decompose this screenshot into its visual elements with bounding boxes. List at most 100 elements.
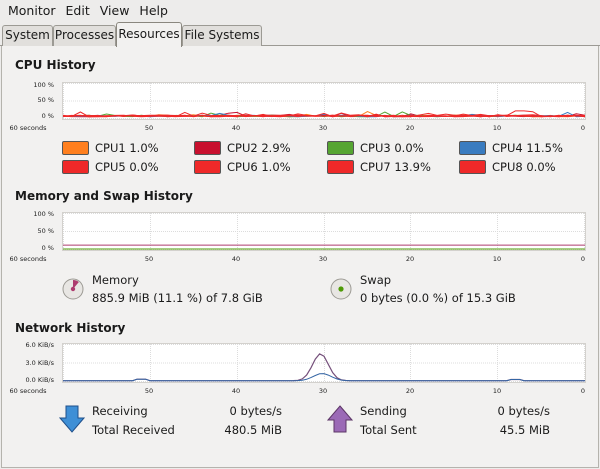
memory-value: 885.9 MiB (11.1 %) of 7.8 GiB [92, 291, 263, 305]
sending-label: Sending [360, 404, 407, 418]
memory-history-title: Memory and Swap History [15, 189, 193, 203]
tab-processes[interactable]: Processes [53, 25, 116, 46]
net-y-tick-0: 0.0 KiB/s [25, 376, 54, 384]
cpu2-color-swatch[interactable] [194, 141, 221, 155]
mem-x-tick-10: 10 [492, 255, 502, 263]
mem-x-tick-40: 40 [231, 255, 241, 263]
mem-x-tick-60: 60 seconds [9, 255, 47, 263]
legend-cpu5[interactable]: CPU5 0.0% [62, 160, 159, 174]
cpu1-value: 1.0% [129, 141, 159, 155]
tab-file-systems[interactable]: File Systems [182, 25, 262, 46]
receiving-arrow-icon[interactable] [59, 405, 85, 433]
net-y-tick-6: 6.0 KiB/s [25, 341, 54, 349]
net-y-tick-3: 3.0 KiB/s [25, 359, 54, 367]
cpu5-label: CPU5 [95, 160, 126, 174]
net-x-tick-50: 50 [144, 387, 154, 395]
resources-panel: CPU History 100 % 50 % 0 % 60 seconds 50… [1, 46, 599, 468]
memory-graph [62, 212, 586, 251]
net-x-tick-20: 20 [405, 387, 415, 395]
mem-y-tick-100: 100 % [33, 210, 54, 218]
mem-x-tick-20: 20 [405, 255, 415, 263]
total-received-label: Total Received [92, 423, 175, 437]
mem-x-tick-0: 0 [580, 255, 586, 263]
menubar: Monitor Edit View Help [0, 0, 600, 22]
cpu-x-tick-40: 40 [231, 124, 241, 132]
legend-cpu8[interactable]: CPU8 0.0% [459, 160, 556, 174]
cpu-graph [62, 82, 586, 120]
cpu-y-tick-100: 100 % [33, 81, 54, 89]
cpu8-color-swatch[interactable] [459, 160, 486, 174]
cpu7-color-swatch[interactable] [327, 160, 354, 174]
memory-label: Memory [92, 273, 139, 287]
cpu3-color-swatch[interactable] [327, 141, 354, 155]
cpu-y-tick-0: 0 % [41, 112, 54, 120]
cpu3-value: 0.0% [394, 141, 424, 155]
net-x-tick-60: 60 seconds [9, 387, 47, 395]
cpu-x-tick-0: 0 [580, 124, 586, 132]
memory-graph-canvas [63, 213, 585, 250]
cpu2-value: 2.9% [261, 141, 291, 155]
cpu-x-tick-60: 60 seconds [9, 124, 47, 132]
cpu5-value: 0.0% [129, 160, 159, 174]
cpu-history-title: CPU History [15, 58, 96, 72]
menu-help[interactable]: Help [134, 0, 173, 22]
swap-label: Swap [360, 273, 392, 287]
cpu7-label: CPU7 [360, 160, 391, 174]
cpu1-color-swatch[interactable] [62, 141, 89, 155]
cpu-x-tick-30: 30 [318, 124, 328, 132]
network-graph [62, 343, 586, 383]
receiving-value: 0 bytes/s [229, 404, 282, 418]
cpu6-color-swatch[interactable] [194, 160, 221, 174]
cpu8-value: 0.0% [526, 160, 556, 174]
cpu-graph-canvas [63, 83, 585, 119]
net-x-tick-10: 10 [492, 387, 502, 395]
tab-bar: System Processes Resources File Systems [0, 22, 600, 47]
tab-resources[interactable]: Resources [116, 22, 182, 47]
memory-pie-icon[interactable] [62, 278, 84, 300]
cpu-x-tick-50: 50 [144, 124, 154, 132]
legend-cpu6[interactable]: CPU6 1.0% [194, 160, 291, 174]
net-grid [63, 344, 585, 382]
net-x-tick-40: 40 [231, 387, 241, 395]
legend-cpu3[interactable]: CPU3 0.0% [327, 141, 424, 155]
cpu8-label: CPU8 [492, 160, 523, 174]
cpu-y-tick-50: 50 % [37, 96, 54, 104]
total-sent-value: 45.5 MiB [499, 423, 550, 437]
menu-edit[interactable]: Edit [61, 0, 95, 22]
cpu4-label: CPU4 [492, 141, 523, 155]
net-x-tick-0: 0 [580, 387, 586, 395]
cpu4-color-swatch[interactable] [459, 141, 486, 155]
cpu6-value: 1.0% [261, 160, 291, 174]
mem-y-tick-0: 0 % [41, 244, 54, 252]
cpu7-value: 13.9% [394, 160, 431, 174]
cpu-x-tick-20: 20 [405, 124, 415, 132]
legend-cpu1[interactable]: CPU1 1.0% [62, 141, 159, 155]
cpu4-value: 11.5% [526, 141, 563, 155]
cpu5-color-swatch[interactable] [62, 160, 89, 174]
mem-y-tick-50: 50 % [37, 227, 54, 235]
sending-arrow-icon[interactable] [327, 405, 353, 433]
legend-cpu2[interactable]: CPU2 2.9% [194, 141, 291, 155]
total-sent-label: Total Sent [360, 423, 417, 437]
swap-value: 0 bytes (0.0 %) of 15.3 GiB [360, 291, 516, 305]
cpu-x-tick-10: 10 [492, 124, 502, 132]
legend-cpu4[interactable]: CPU4 11.5% [459, 141, 563, 155]
swap-pie-icon[interactable] [330, 278, 352, 300]
cpu6-label: CPU6 [227, 160, 258, 174]
cpu3-label: CPU3 [360, 141, 391, 155]
sending-value: 0 bytes/s [497, 404, 550, 418]
cpu2-label: CPU2 [227, 141, 258, 155]
tab-system[interactable]: System [2, 25, 53, 46]
receiving-label: Receiving [92, 404, 148, 418]
menu-monitor[interactable]: Monitor [3, 0, 61, 22]
net-x-tick-30: 30 [318, 387, 328, 395]
network-history-title: Network History [15, 321, 126, 335]
mem-x-tick-50: 50 [144, 255, 154, 263]
legend-cpu7[interactable]: CPU7 13.9% [327, 160, 431, 174]
network-graph-canvas [63, 344, 585, 382]
mem-grid [63, 213, 585, 250]
mem-x-tick-30: 30 [318, 255, 328, 263]
menu-view[interactable]: View [95, 0, 135, 22]
cpu1-label: CPU1 [95, 141, 126, 155]
total-received-value: 480.5 MiB [224, 423, 282, 437]
